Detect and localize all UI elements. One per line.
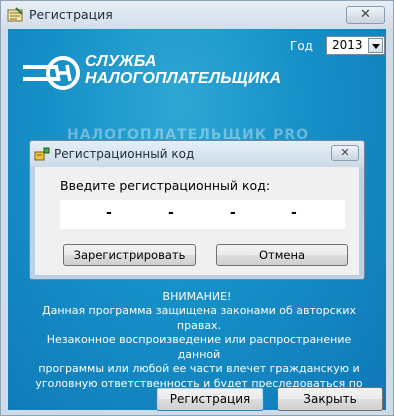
app-icon <box>7 7 23 22</box>
brand-logo-icon <box>23 56 80 90</box>
year-dropdown-button[interactable] <box>368 38 383 53</box>
registration-code-input[interactable]: - - - - <box>60 200 345 229</box>
key-icon <box>34 147 50 161</box>
notice-title: ВНИМАНИЕ! <box>162 290 232 303</box>
notice-line: Данная программа защищена законами об ав… <box>41 304 356 332</box>
code-segment-4[interactable]: - <box>291 205 297 221</box>
cancel-button[interactable]: Отмена <box>216 244 348 266</box>
window-title: Регистрация <box>29 7 113 22</box>
year-label: Год <box>290 39 313 53</box>
dialog-body: Введите регистрационный код: - - - - Зар… <box>35 167 359 275</box>
year-select[interactable]: 2013 <box>326 36 385 55</box>
code-prompt: Введите регистрационный код: <box>60 178 271 193</box>
brand-line-1: СЛУЖБА <box>85 53 157 70</box>
register-code-button[interactable]: Зарегистрировать <box>63 244 196 266</box>
dialog-close-button[interactable]: ✕ <box>331 145 359 161</box>
registration-button[interactable]: Регистрация <box>156 387 264 411</box>
close-icon: ✕ <box>340 146 350 159</box>
notice-line: Незаконное воспроизведение или распростр… <box>46 333 352 361</box>
code-segment-2[interactable]: - <box>168 205 174 221</box>
window-close-button[interactable]: ✕ <box>346 6 385 24</box>
dialog-title: Регистрационный код <box>54 147 195 161</box>
notice-line: программы или любой ее части влечет граж… <box>38 362 360 376</box>
window-titlebar[interactable]: Регистрация ✕ <box>1 1 393 29</box>
year-value: 2013 <box>332 38 363 52</box>
code-segment-3[interactable]: - <box>230 205 236 221</box>
close-button[interactable]: Закрыть <box>277 387 383 411</box>
brand-line-2: НАЛОГОПЛАТЕЛЬЩИКА <box>85 70 282 87</box>
brand-name: СЛУЖБА НАЛОГОПЛАТЕЛЬЩИКА <box>85 53 281 87</box>
chevron-down-icon <box>372 44 380 49</box>
registration-window: Регистрация ✕ СЛУЖБА НАЛОГОПЛАТЕЛЬЩИКА Г… <box>0 0 394 416</box>
registration-code-dialog: Регистрационный код ✕ Введите регистраци… <box>29 140 365 280</box>
close-icon: ✕ <box>360 7 371 22</box>
code-segment-1[interactable]: - <box>106 205 112 221</box>
dialog-titlebar[interactable]: Регистрационный код ✕ <box>30 141 364 167</box>
